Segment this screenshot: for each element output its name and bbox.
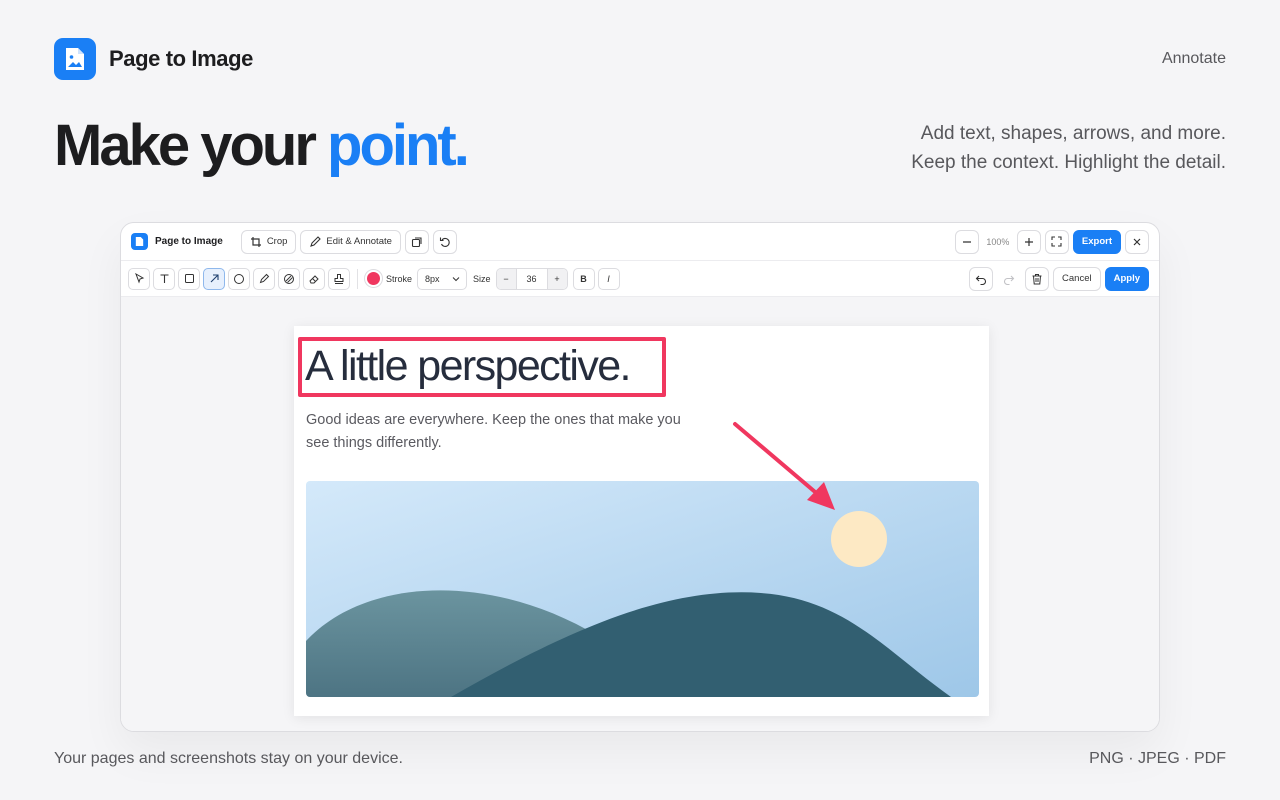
reset-button[interactable] (432, 229, 457, 254)
close-button[interactable] (1125, 229, 1149, 254)
app-titlebar: Page to Image Crop Edit & Annotate 100% … (121, 223, 1159, 261)
blur-icon (284, 273, 294, 284)
stamp-icon (334, 273, 344, 284)
undo-button[interactable] (969, 266, 994, 291)
crop-button[interactable]: Crop (240, 229, 297, 254)
brand-name: Page to Image (109, 46, 253, 71)
crop-icon (250, 236, 261, 247)
export-button[interactable]: Export (1072, 229, 1121, 254)
italic-label: I (607, 273, 610, 284)
nav-link-annotate[interactable]: Annotate (1162, 50, 1226, 68)
tool-ellipse[interactable] (228, 267, 250, 290)
pencil-icon (310, 235, 322, 247)
fullscreen-button[interactable] (1044, 229, 1069, 254)
brand: Page to Image (54, 38, 253, 80)
edit-annotate-label: Edit & Annotate (326, 236, 392, 247)
zoom-level: 100% (986, 236, 1010, 247)
tool-select[interactable] (128, 267, 150, 290)
size-value[interactable]: 36 (515, 268, 548, 289)
minus-icon (962, 240, 971, 243)
pen-icon (259, 273, 269, 284)
close-icon (1133, 238, 1141, 245)
undo-icon (975, 275, 987, 285)
headline-text: Make your (54, 113, 317, 178)
text-icon (160, 274, 168, 283)
stroke-label: Stroke (386, 273, 413, 284)
export-formats: PNG · JPEG · PDF (1089, 750, 1226, 767)
size-decrement-button[interactable]: − (496, 268, 516, 289)
tool-blur[interactable] (278, 267, 300, 290)
tagline: Add text, shapes, arrows, and more. Keep… (911, 119, 1226, 177)
redo-icon (1004, 275, 1015, 285)
bold-label: B (580, 273, 587, 284)
app-brand: Page to Image (131, 233, 223, 250)
redo-button[interactable] (997, 266, 1022, 291)
app-name: Page to Image (155, 236, 223, 247)
size-label: Size (473, 273, 491, 284)
headline-accent: point. (327, 113, 470, 178)
tool-eraser[interactable] (303, 267, 325, 290)
delete-button[interactable] (1025, 266, 1050, 291)
annotation-toolbar: Stroke 8px Size − 36 + B I Cancel Apply (121, 261, 1159, 297)
apply-button[interactable]: Apply (1104, 266, 1149, 291)
app-logo-icon (54, 38, 96, 80)
app-window: Page to Image Crop Edit & Annotate 100% … (120, 222, 1160, 732)
arrow-icon (210, 274, 219, 283)
editor-canvas[interactable]: A little perspective. Good ideas are eve… (121, 297, 1159, 731)
cancel-button[interactable]: Cancel (1053, 266, 1101, 291)
copy-icon (411, 236, 422, 247)
tool-rectangle[interactable] (178, 267, 200, 290)
tool-pen[interactable] (253, 267, 275, 290)
font-size-stepper: − 36 + (495, 267, 568, 290)
edit-annotate-button[interactable]: Edit & Annotate (300, 229, 401, 254)
app-logo-icon (131, 233, 148, 250)
toolbar-divider (357, 268, 358, 289)
plus-icon (1024, 237, 1033, 246)
rectangle-icon (184, 274, 194, 283)
eraser-icon (309, 274, 319, 283)
stroke-color-swatch[interactable] (367, 272, 380, 285)
zoom-out-button[interactable] (954, 229, 979, 254)
tool-arrow[interactable] (203, 267, 225, 290)
tool-stamp[interactable] (328, 267, 350, 290)
cursor-icon (134, 273, 144, 284)
bold-button[interactable]: B (572, 267, 595, 290)
tagline-line-1: Add text, shapes, arrows, and more. (920, 123, 1226, 144)
tool-text[interactable] (153, 267, 175, 290)
tagline-line-2: Keep the context. Highlight the detail. (911, 152, 1226, 173)
size-increment-button[interactable]: + (547, 268, 567, 289)
circle-icon (234, 273, 244, 284)
stroke-width-select[interactable]: 8px (417, 267, 468, 290)
stroke-width-value: 8px (425, 273, 440, 284)
crop-label: Crop (266, 236, 288, 247)
trash-icon (1032, 273, 1042, 284)
zoom-in-button[interactable] (1016, 229, 1041, 254)
expand-icon (1051, 236, 1062, 247)
privacy-note: Your pages and screenshots stay on your … (54, 750, 403, 767)
document-preview: A little perspective. Good ideas are eve… (294, 326, 989, 716)
headline: Make your point. (54, 112, 470, 179)
copy-button[interactable] (404, 229, 429, 254)
chevron-down-icon (452, 276, 460, 281)
italic-button[interactable]: I (597, 267, 620, 290)
annotation-arrow[interactable] (294, 326, 989, 716)
rotate-icon (439, 237, 450, 247)
